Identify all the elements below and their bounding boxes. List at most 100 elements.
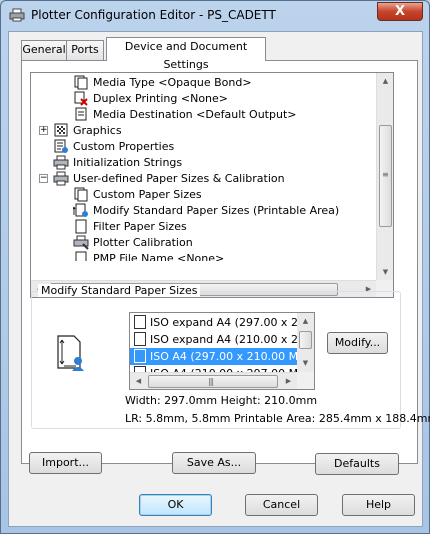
filter-paper-sizes-icon bbox=[75, 219, 87, 234]
grip-icon: ||| bbox=[208, 377, 214, 386]
scroll-down-arrow-icon: ▼ bbox=[302, 359, 309, 367]
plotter-calibration-icon bbox=[73, 235, 89, 250]
save-as-button[interactable]: Save As... bbox=[172, 452, 256, 474]
title-bar[interactable]: Plotter Configuration Editor - PS_CADETT… bbox=[1, 1, 429, 31]
import-button[interactable]: Import... bbox=[29, 452, 102, 474]
modify-paper-sizes-icon bbox=[73, 203, 88, 217]
tree-item-plotter-calibration[interactable]: Plotter Calibration bbox=[31, 235, 377, 251]
paper-orientation-icon bbox=[57, 335, 84, 371]
media-type-icon bbox=[74, 75, 88, 90]
expand-graphics-button[interactable]: + bbox=[39, 126, 48, 135]
group-title: Modify Standard Paper Sizes bbox=[38, 284, 201, 297]
list-item-label: ISO A4 (297.00 x 210.00 MM) bbox=[150, 350, 312, 363]
paper-sizes-list[interactable]: ISO expand A4 (297.00 x 21... ISO expand… bbox=[129, 312, 315, 390]
tree-item-label: Initialization Strings bbox=[73, 156, 183, 169]
tree-item-label: Media Type <Opaque Bond> bbox=[93, 76, 252, 89]
tab-general-label: General bbox=[22, 43, 66, 56]
list-horizontal-scrollbar[interactable]: ◀ ||| ▶ bbox=[130, 372, 297, 389]
scroll-down-button[interactable]: ▼ bbox=[377, 264, 393, 281]
cancel-button[interactable]: Cancel bbox=[245, 494, 318, 516]
defaults-button[interactable]: Defaults bbox=[315, 453, 399, 475]
help-button[interactable]: Help bbox=[342, 494, 415, 516]
help-button-label: Help bbox=[365, 498, 392, 511]
tree-item-media-destination[interactable]: Media Destination <Default Output> bbox=[31, 107, 377, 123]
scroll-right-arrow-icon: ▶ bbox=[285, 377, 292, 385]
tree-item-custom-properties[interactable]: Custom Properties bbox=[31, 139, 377, 155]
custom-paper-sizes-icon bbox=[74, 187, 88, 202]
scroll-up-button[interactable]: ▲ bbox=[377, 73, 393, 90]
tree-item-duplex-printing[interactable]: Duplex Printing <None> bbox=[31, 91, 377, 107]
tree-item-label: PMP File Name <None> bbox=[93, 252, 225, 261]
paper-size-info: Width: 297.0mm Height: 210.0mm bbox=[125, 394, 318, 407]
custom-properties-icon bbox=[54, 139, 68, 153]
modify-button[interactable]: Modify... bbox=[327, 332, 388, 354]
tree-item-modify-standard-paper-sizes[interactable]: Modify Standard Paper Sizes (Printable A… bbox=[31, 203, 377, 219]
tree-item-user-defined-paper-sizes[interactable]: − User-defined Paper Sizes & Calibration bbox=[31, 171, 377, 187]
scroll-down-arrow-icon: ▼ bbox=[382, 268, 389, 276]
list-horizontal-scroll-thumb[interactable]: ||| bbox=[148, 375, 278, 388]
paper-sizes-icon bbox=[53, 171, 69, 186]
tree-item-graphics[interactable]: + Graphics bbox=[31, 123, 377, 139]
collapse-paper-sizes-button[interactable]: − bbox=[39, 174, 48, 183]
printable-area-info: LR: 5.8mm, 5.8mm Printable Area: 285.4mm… bbox=[125, 412, 430, 425]
scroll-up-arrow-icon: ▲ bbox=[382, 77, 389, 85]
scroll-left-button[interactable]: ◀ bbox=[130, 373, 147, 389]
scroll-right-button[interactable]: ▶ bbox=[280, 373, 297, 389]
tab-ports-label: Ports bbox=[71, 43, 99, 56]
save-as-button-label: Save As... bbox=[186, 456, 242, 469]
import-button-label: Import... bbox=[42, 456, 89, 469]
scroll-down-button[interactable]: ▼ bbox=[297, 355, 314, 372]
tree-item-label: Duplex Printing <None> bbox=[93, 92, 229, 105]
list-vertical-scroll-thumb[interactable] bbox=[299, 331, 312, 349]
paper-doc-icon bbox=[134, 349, 146, 363]
tab-device-and-document-settings[interactable]: Device and Document Settings bbox=[106, 37, 266, 71]
close-button[interactable]: X bbox=[377, 2, 423, 21]
duplex-printing-icon bbox=[74, 91, 88, 106]
list-item-label: ISO expand A4 (210.00 x 29... bbox=[150, 333, 315, 346]
modify-standard-paper-sizes-group: Modify Standard Paper Sizes ISO expand A… bbox=[31, 284, 430, 429]
tree-item-label: Modify Standard Paper Sizes (Printable A… bbox=[93, 204, 340, 217]
initialization-strings-icon bbox=[53, 155, 69, 170]
defaults-button-label: Defaults bbox=[334, 457, 380, 470]
tree-item-filter-paper-sizes[interactable]: Filter Paper Sizes bbox=[31, 219, 377, 235]
cancel-button-label: Cancel bbox=[262, 498, 301, 511]
window-title: Plotter Configuration Editor - PS_CADETT bbox=[31, 8, 276, 22]
modify-button-label: Modify... bbox=[334, 336, 381, 349]
plotter-app-icon bbox=[9, 8, 25, 22]
tree-item-label: Graphics bbox=[73, 124, 122, 137]
dialog-window: Plotter Configuration Editor - PS_CADETT… bbox=[0, 0, 430, 534]
list-item-label: ISO expand A4 (297.00 x 21... bbox=[150, 316, 315, 329]
tab-general[interactable]: General bbox=[21, 40, 67, 60]
tree-item-label: Custom Paper Sizes bbox=[93, 188, 202, 201]
list-item[interactable]: ISO expand A4 (297.00 x 21... bbox=[130, 314, 314, 331]
paper-doc-icon bbox=[134, 332, 146, 346]
scroll-up-arrow-icon: ▲ bbox=[302, 317, 309, 325]
tab-ports[interactable]: Ports bbox=[66, 40, 104, 60]
scroll-left-arrow-icon: ◀ bbox=[135, 377, 142, 385]
grip-icon: ≡ bbox=[382, 170, 389, 179]
tree-item-label: Plotter Calibration bbox=[93, 236, 193, 249]
tree-item-initialization-strings[interactable]: Initialization Strings bbox=[31, 155, 377, 171]
tree-item-label: User-defined Paper Sizes & Calibration bbox=[73, 172, 285, 185]
tree-vertical-scroll-thumb[interactable]: ≡ bbox=[379, 125, 392, 227]
ok-button[interactable]: OK bbox=[139, 494, 212, 516]
paper-doc-icon bbox=[134, 315, 146, 329]
tree-item-label: Custom Properties bbox=[73, 140, 175, 153]
dialog-client-area: General Ports Device and Document Settin… bbox=[8, 31, 430, 527]
tree-item-label: Filter Paper Sizes bbox=[93, 220, 187, 233]
tree-item-media-type[interactable]: Media Type <Opaque Bond> bbox=[31, 75, 377, 91]
tree-item-label: Media Destination <Default Output> bbox=[93, 108, 297, 121]
tree-item-custom-paper-sizes[interactable]: Custom Paper Sizes bbox=[31, 187, 377, 203]
pmp-file-icon bbox=[75, 251, 87, 261]
list-item-selected[interactable]: ISO A4 (297.00 x 210.00 MM) bbox=[130, 348, 312, 365]
list-item[interactable]: ISO expand A4 (210.00 x 29... bbox=[130, 331, 314, 348]
tree-vertical-scrollbar[interactable]: ▲ ≡ ▼ bbox=[376, 73, 393, 281]
scrollbar-corner bbox=[297, 372, 314, 389]
graphics-icon bbox=[54, 123, 68, 137]
scroll-up-button[interactable]: ▲ bbox=[297, 313, 314, 330]
media-destination-icon bbox=[75, 107, 87, 121]
list-vertical-scrollbar[interactable]: ▲ ▼ bbox=[297, 313, 314, 372]
settings-tree[interactable]: Media Type <Opaque Bond> Duplex Printing… bbox=[30, 72, 394, 298]
tree-item-pmp-file-name[interactable]: PMP File Name <None> bbox=[31, 251, 377, 261]
close-icon: X bbox=[394, 4, 406, 19]
